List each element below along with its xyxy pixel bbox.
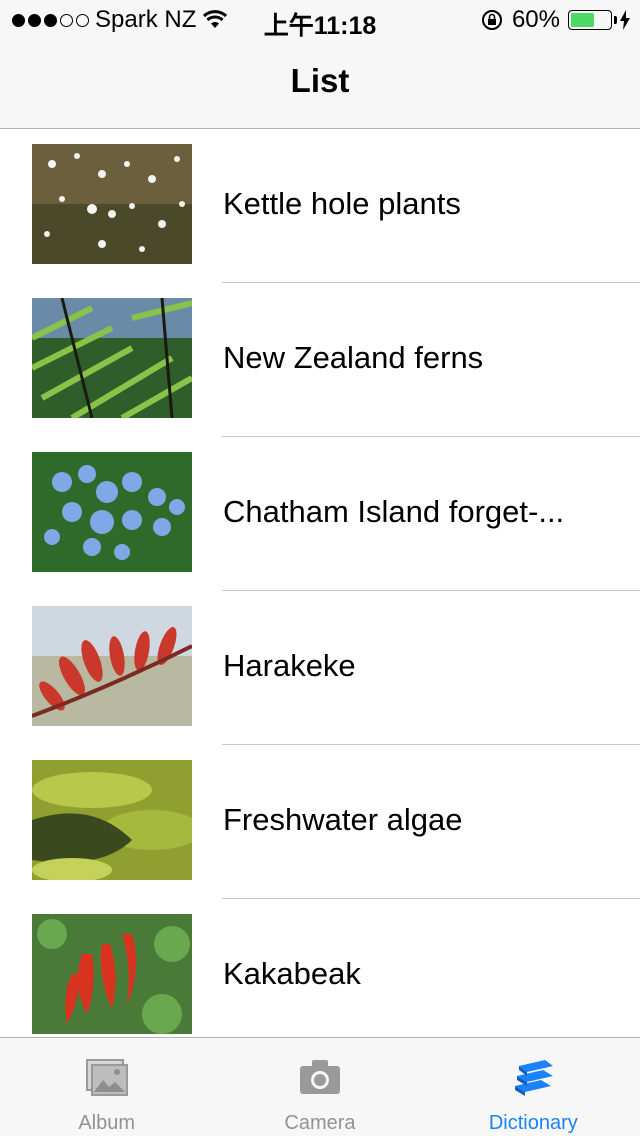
list-item[interactable]: Freshwater algae bbox=[0, 745, 640, 899]
orientation-lock-icon bbox=[481, 10, 502, 30]
list-item[interactable]: New Zealand ferns bbox=[0, 283, 640, 437]
list-item[interactable]: Kakabeak bbox=[0, 899, 640, 1037]
white-flowers-photo bbox=[32, 144, 192, 264]
list-item-label: Chatham Island forget-... bbox=[223, 494, 565, 529]
red-kakabeak-flower-photo bbox=[32, 914, 192, 1034]
status-right: 60% bbox=[480, 6, 630, 34]
camera-icon bbox=[299, 1060, 340, 1094]
list-item[interactable]: Kettle hole plants bbox=[0, 129, 640, 283]
tab-label: Dictionary bbox=[488, 1112, 578, 1134]
red-flax-flower-photo bbox=[32, 606, 192, 726]
top-bar: Spark NZ 上午11:18 60% List bbox=[0, 0, 640, 129]
list-item[interactable]: Chatham Island forget-... bbox=[0, 437, 640, 591]
list-item-label: New Zealand ferns bbox=[223, 340, 484, 375]
photo-album-icon bbox=[85, 1059, 128, 1096]
list-item[interactable]: Harakeke bbox=[0, 591, 640, 745]
list-item-label: Kettle hole plants bbox=[223, 186, 461, 221]
tab-label: Album bbox=[78, 1112, 136, 1134]
green-algae-photo bbox=[32, 760, 192, 880]
tab-dictionary[interactable]: Dictionary bbox=[427, 1038, 640, 1136]
list-item-label: Freshwater algae bbox=[223, 802, 463, 837]
status-bar: Spark NZ 上午11:18 60% bbox=[0, 0, 640, 40]
tab-camera[interactable]: Camera bbox=[213, 1038, 426, 1136]
tab-label: Camera bbox=[284, 1112, 356, 1134]
battery-percent: 60% bbox=[511, 6, 560, 33]
tab-bar: Album Camera Dictionary bbox=[0, 1037, 640, 1136]
blue-flowers-photo bbox=[32, 452, 192, 572]
list-item-label: Kakabeak bbox=[223, 956, 361, 991]
page-title: List bbox=[290, 62, 350, 99]
battery-icon bbox=[568, 10, 617, 30]
dictionary-list[interactable]: Kettle hole plants New Zealand ferns Cha… bbox=[0, 129, 640, 1037]
list-item-label: Harakeke bbox=[223, 648, 356, 683]
fern-photo bbox=[32, 298, 192, 418]
tab-album[interactable]: Album bbox=[0, 1038, 213, 1136]
books-icon bbox=[515, 1060, 554, 1096]
charging-bolt-icon bbox=[620, 10, 630, 30]
